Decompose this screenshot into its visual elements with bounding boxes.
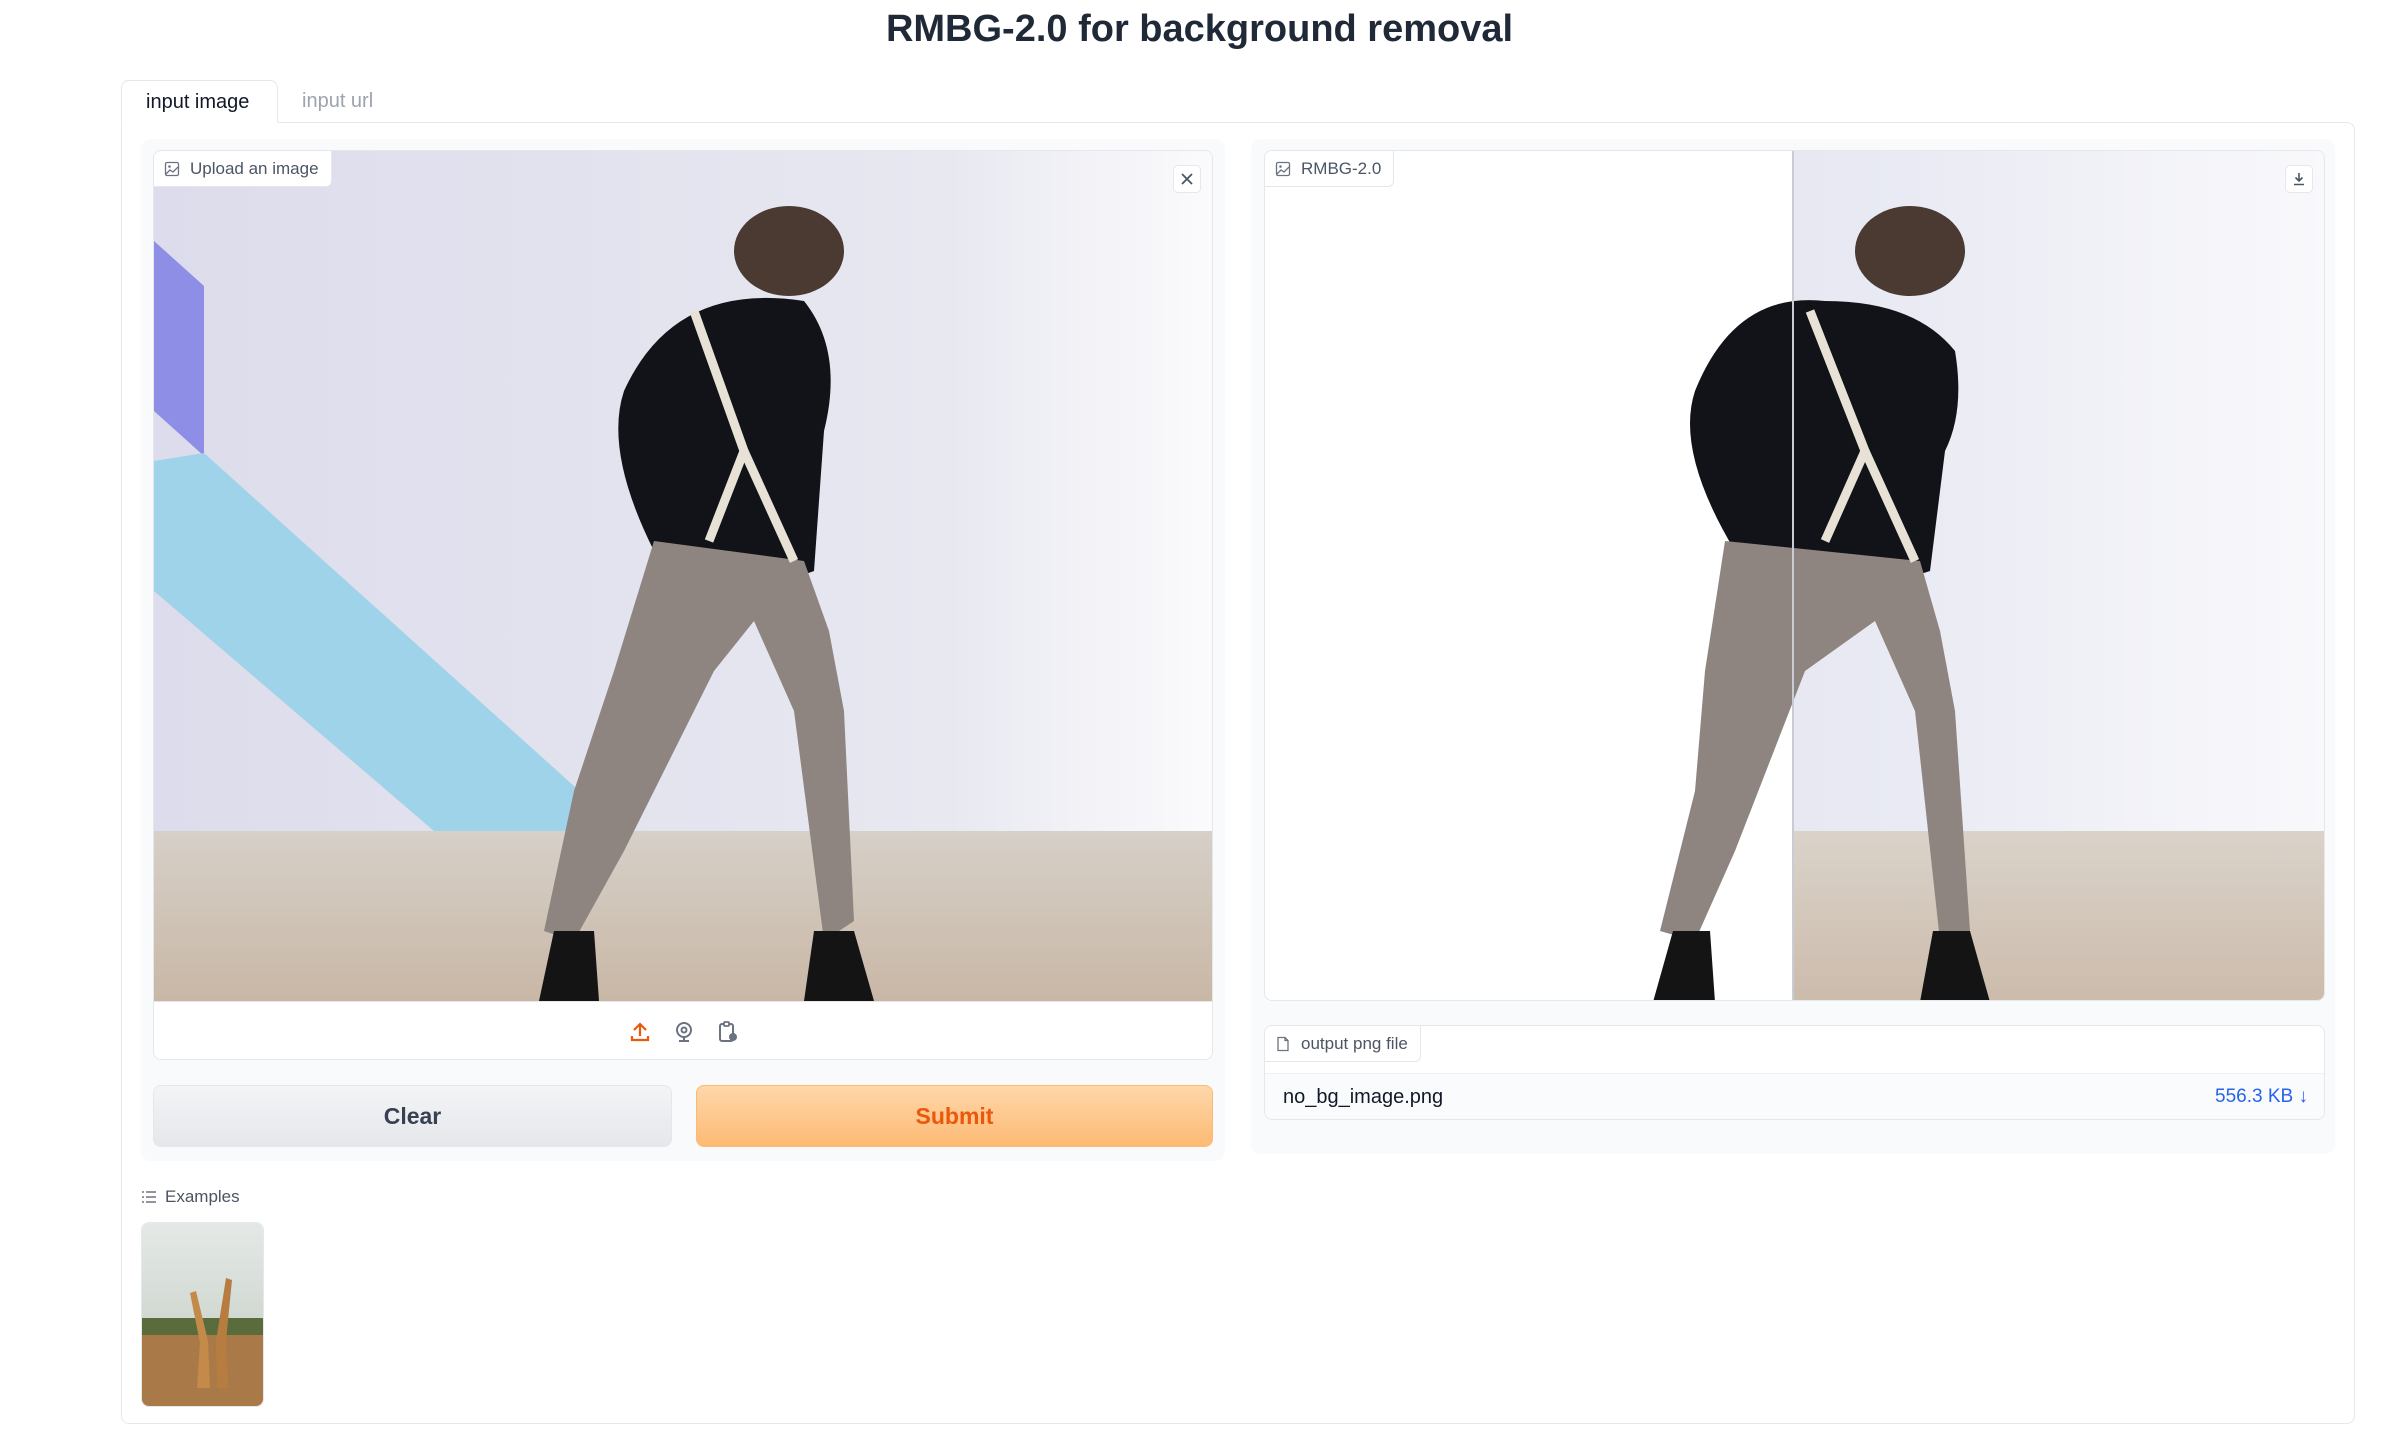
input-image[interactable] (154, 151, 1212, 1001)
output-file-label: output png file (1265, 1026, 1421, 1062)
input-image-label-text: Upload an image (190, 158, 319, 178)
output-image-label: RMBG-2.0 (1265, 151, 1395, 187)
list-icon (142, 1191, 156, 1203)
output-image-label-text: RMBG-2.0 (1301, 158, 1382, 178)
image-icon (164, 161, 180, 176)
file-row[interactable]: no_bg_image.png 556.3 KB ↓ (1265, 1073, 2324, 1119)
clear-button[interactable]: Clear (153, 1085, 672, 1147)
upload-icon[interactable] (628, 1020, 652, 1044)
output-file-label-text: output png file (1301, 1033, 1408, 1053)
download-icon (2294, 173, 2304, 186)
submit-button[interactable]: Submit (696, 1085, 1213, 1147)
examples-header: Examples (141, 1184, 240, 1210)
file-name: no_bg_image.png (1283, 1085, 1444, 1108)
output-image-slider[interactable] (1265, 151, 2324, 1000)
download-arrow-icon: ↓ (2298, 1086, 2309, 1107)
close-icon (1181, 173, 1193, 185)
file-size: 556.3 KB (2215, 1086, 2294, 1107)
input-photo (154, 151, 1212, 1001)
tab-input-url[interactable]: input url (278, 80, 418, 123)
clipboard-icon[interactable] (716, 1020, 740, 1044)
tab-input-image[interactable]: input image (121, 80, 278, 123)
input-image-label: Upload an image (154, 151, 332, 187)
download-button[interactable] (2285, 165, 2313, 193)
examples-label: Examples (165, 1187, 240, 1206)
file-icon (1277, 1036, 1289, 1051)
file-download-link[interactable]: 556.3 KB ↓ (2215, 1086, 2308, 1108)
input-image-block: Upload an image (153, 150, 1213, 1060)
output-file-block: output png file no_bg_image.png 556.3 KB… (1264, 1025, 2325, 1120)
example-image (142, 1223, 263, 1406)
source-selector (154, 1001, 1212, 1059)
webcam-icon[interactable] (672, 1020, 696, 1044)
page-title: RMBG-2.0 for background removal (885, 8, 1514, 50)
example-thumbnail[interactable] (141, 1222, 264, 1407)
clear-image-button[interactable] (1173, 165, 1201, 193)
output-comparison (1653, 151, 2324, 1000)
image-icon (1275, 161, 1291, 176)
output-image-block: RMBG-2.0 (1264, 150, 2325, 1001)
